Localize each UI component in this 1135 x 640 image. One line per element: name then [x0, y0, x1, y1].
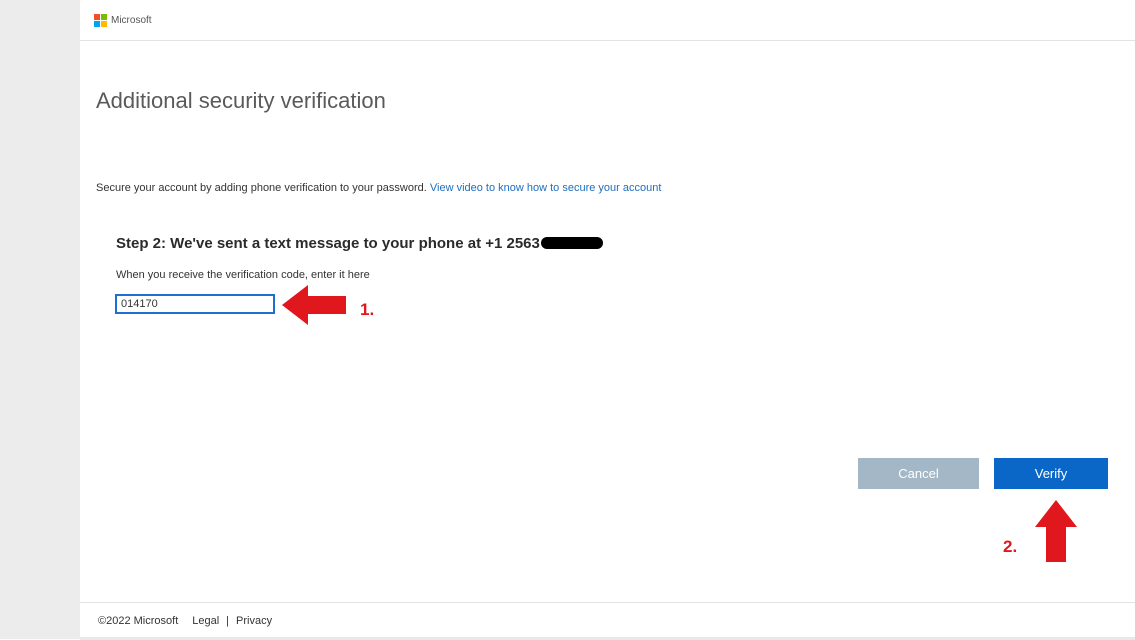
- step-heading: Step 2: We've sent a text message to you…: [116, 235, 603, 252]
- video-help-link[interactable]: View video to know how to secure your ac…: [430, 182, 662, 194]
- cancel-button[interactable]: Cancel: [858, 458, 979, 489]
- logo-square-green: [101, 14, 107, 20]
- logo-square-red: [94, 14, 100, 20]
- privacy-link[interactable]: Privacy: [236, 615, 272, 627]
- footer-separator: |: [226, 615, 230, 627]
- annotation-arrow-left-icon: [282, 285, 346, 325]
- logo-text: Microsoft: [111, 15, 152, 26]
- footer-links: ©2022 Microsoft Legal | Privacy: [98, 615, 272, 627]
- header: Microsoft: [80, 0, 1135, 41]
- footer: ©2022 Microsoft Legal | Privacy: [80, 602, 1135, 640]
- verify-button[interactable]: Verify: [994, 458, 1108, 489]
- logo-square-yellow: [101, 21, 107, 27]
- legal-link[interactable]: Legal: [192, 615, 219, 627]
- redacted-phone-number: [540, 237, 603, 249]
- microsoft-logo: Microsoft: [94, 14, 152, 27]
- microsoft-logo-icon: [94, 14, 107, 27]
- verification-code-input[interactable]: [115, 294, 275, 314]
- annotation-arrow-up-icon: [1035, 500, 1077, 562]
- annotation-step-1-label: 1.: [360, 300, 375, 319]
- intro-sentence: Secure your account by adding phone veri…: [96, 182, 427, 194]
- logo-square-blue: [94, 21, 100, 27]
- page-title: Additional security verification: [96, 88, 386, 113]
- code-label: When you receive the verification code, …: [116, 269, 370, 281]
- annotation-step-2-label: 2.: [1003, 537, 1018, 556]
- step-heading-text: Step 2: We've sent a text message to you…: [116, 235, 540, 252]
- left-rail: [0, 0, 80, 639]
- copyright-text: ©2022 Microsoft: [98, 615, 179, 627]
- intro-text: Secure your account by adding phone veri…: [96, 182, 661, 194]
